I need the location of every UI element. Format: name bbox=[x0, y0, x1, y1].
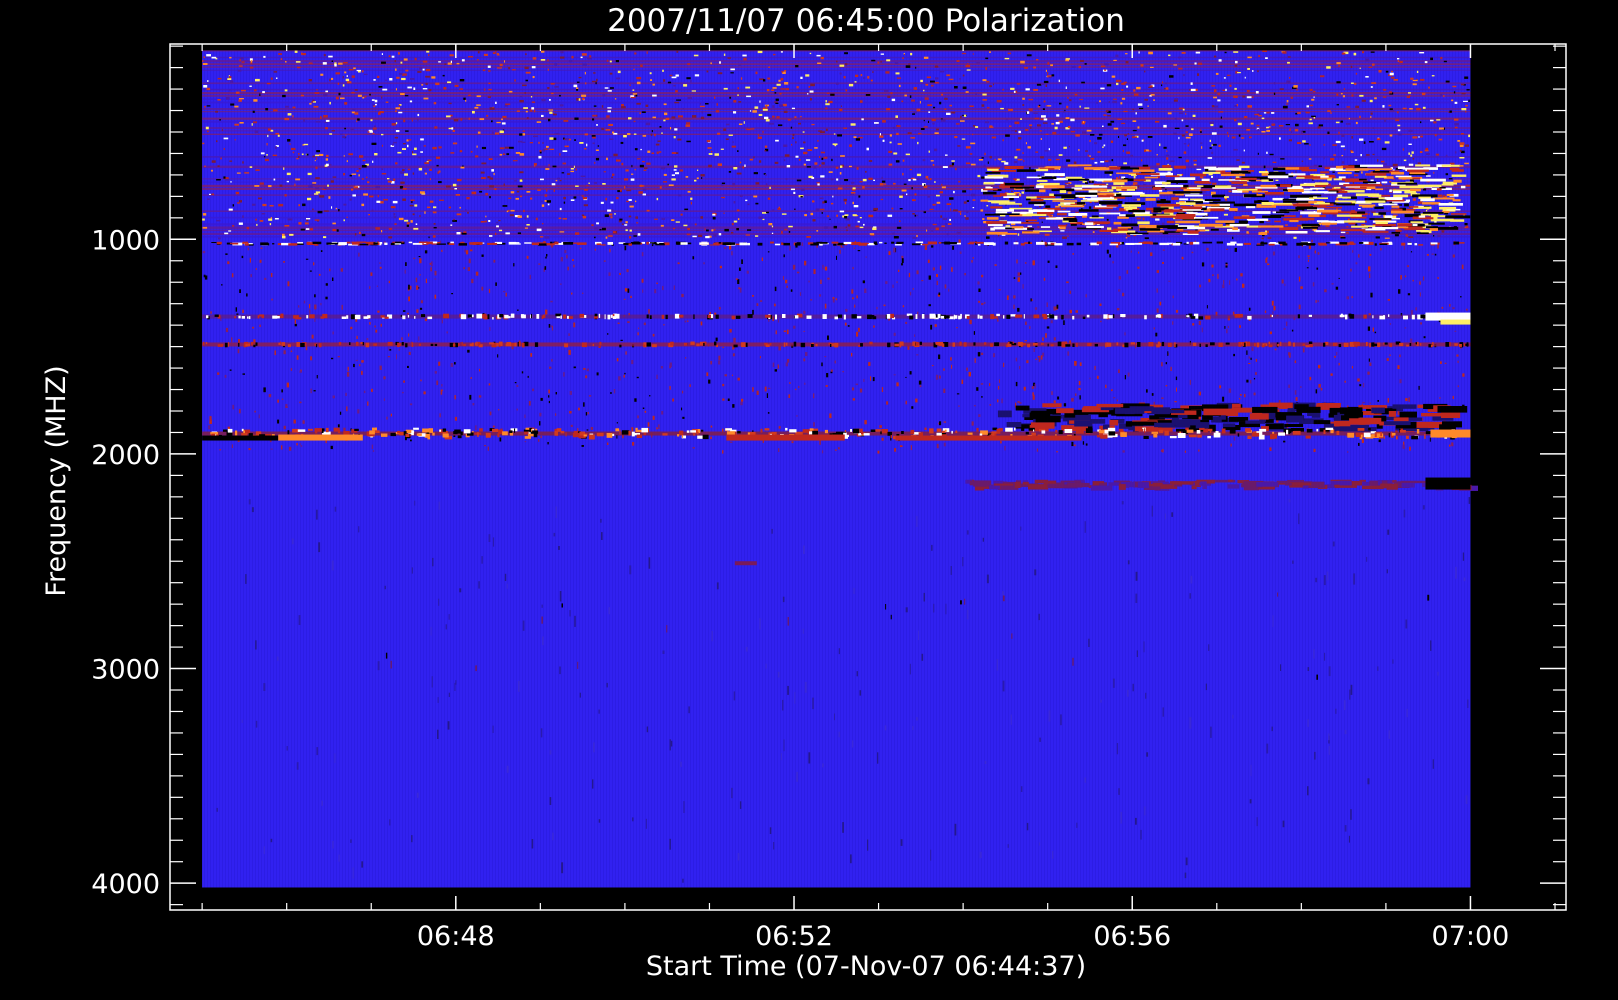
bright-line-end-yellow bbox=[1440, 319, 1471, 325]
red-line-1905-red-seg2 bbox=[895, 435, 1082, 441]
x-tick-label: 06:56 bbox=[1093, 921, 1171, 952]
x-axis-label: Start Time (07-Nov-07 06:44:37) bbox=[646, 951, 1086, 982]
spectrogram-image bbox=[202, 50, 1478, 888]
y-tick-label: 1000 bbox=[91, 225, 160, 256]
x-tick-label: 07:00 bbox=[1432, 921, 1510, 952]
y-tick-label: 3000 bbox=[91, 655, 160, 686]
y-axis-label: Frequency (MHZ) bbox=[41, 365, 72, 596]
red-line-1905-end bbox=[1430, 429, 1471, 438]
dark-block-2110 bbox=[1425, 477, 1471, 490]
bright-line-end bbox=[1425, 312, 1471, 321]
chart-canvas: 06:48 06:52 06:56 07:00 1000 2000 3000 4000 200… bbox=[41, 3, 1567, 982]
red-line-1905-red-seg bbox=[726, 434, 845, 441]
chart-title: 2007/11/07 06:45:00 Polarization bbox=[607, 3, 1125, 39]
x-tick-label: 06:48 bbox=[417, 921, 495, 952]
y-tick-label: 4000 bbox=[91, 869, 160, 900]
y-tick-label: 2000 bbox=[91, 440, 160, 471]
x-tick-label: 06:52 bbox=[755, 921, 833, 952]
red-line-1905-black bbox=[202, 435, 279, 441]
red-line-1905-orange bbox=[278, 434, 363, 441]
speck-2500 bbox=[734, 561, 757, 566]
